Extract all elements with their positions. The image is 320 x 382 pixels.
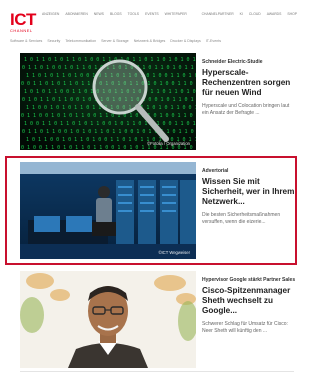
site-header: ICT CHANNEL ANZEIGEN ABONNIEREN NEWS BLO…: [0, 0, 307, 48]
top-nav-item[interactable]: EVENTS: [145, 12, 159, 16]
category-nav-item[interactable]: Drucker & Displays: [170, 39, 201, 43]
article-text: Advertorial Wissen Sie mit Sicherheit, w…: [202, 168, 297, 226]
article-teaser: Die besten Sicherheitsmaßnahmen versuffe…: [202, 212, 281, 225]
top-nav: ANZEIGEN ABONNIEREN NEWS BLOGS TOOLS EVE…: [42, 12, 187, 16]
article-card[interactable]: Hypervisor Google stärkt Partner Sales C…: [10, 271, 297, 368]
matrix-code-image: 1 0 1 1 0 1 0 1 1 0 1 0 0 1 1 0 1 0 1 1 …: [20, 53, 196, 150]
svg-text:0 1 1 0 0 1 0 1 0 1 1 0 0 1 1: 0 1 1 0 0 1 0 1 0 1 1 0 0 1 1 0 1 0 1 0 …: [21, 113, 196, 119]
article-kicker: Advertorial: [202, 168, 229, 174]
article-title[interactable]: Hyperscale-Rechenzentren sorgen für neue…: [202, 68, 297, 98]
site-logo[interactable]: ICT: [10, 11, 36, 28]
top-nav-right: CHANNELPARTNER KI CLOUD AWARDS SHOP: [202, 12, 297, 16]
portrait-image: [20, 271, 196, 368]
category-nav-item[interactable]: Server & Storage: [101, 39, 129, 43]
top-nav-item[interactable]: CHANNELPARTNER: [202, 12, 234, 16]
article-image-server-room[interactable]: ©ICT Wegweiser: [20, 162, 196, 259]
category-nav-item[interactable]: Telekommunikation: [65, 39, 96, 43]
top-nav-item[interactable]: KI: [240, 12, 243, 16]
category-nav-item[interactable]: IT-Events: [206, 39, 221, 43]
top-nav-item[interactable]: CLOUD: [249, 12, 261, 16]
top-nav-item[interactable]: AWARDS: [267, 12, 282, 16]
category-nav-item[interactable]: Security: [47, 39, 60, 43]
article-teaser: Schwerer Schlag für Umsatz für Cisco: Ne…: [202, 321, 288, 334]
top-nav-item[interactable]: BLOGS: [110, 12, 122, 16]
category-nav-item[interactable]: Netzwerk & Bridges: [134, 39, 166, 43]
next-article-edge: [20, 371, 294, 382]
top-nav-item[interactable]: TOOLS: [128, 12, 139, 16]
category-nav: Software & Services Security Telekommuni…: [10, 39, 221, 43]
article-text: Hypervisor Google stärkt Partner Sales C…: [202, 277, 297, 335]
article-text: Schneider Electric-Studie Hyperscale-Rec…: [202, 59, 297, 117]
article-teaser: Hyperscale und Colocation bringen laut e…: [202, 103, 290, 116]
article-image-matrix[interactable]: 1 0 1 1 0 1 0 1 1 0 1 0 0 1 1 0 1 0 1 1 …: [20, 53, 196, 150]
article-title[interactable]: Wissen Sie mit Sicherheit, wer in Ihrem …: [202, 177, 297, 207]
image-credit: ©Fotolia / Organization: [147, 141, 190, 146]
article-kicker: Schneider Electric-Studie: [202, 59, 263, 65]
top-nav-item[interactable]: SHOP: [287, 12, 297, 16]
article-kicker: Hypervisor Google stärkt Partner Sales: [202, 277, 296, 283]
article-image-portrait[interactable]: [20, 271, 196, 368]
svg-text:0 1 1 0 1 1 0 0 1 0 1 0 1 1 0: 0 1 1 0 1 1 0 0 1 0 1 0 1 1 0 1 1 0 0 1 …: [22, 129, 196, 135]
server-room-image: [20, 162, 196, 259]
top-nav-item[interactable]: NEWS: [94, 12, 104, 16]
top-nav-item[interactable]: ABONNIEREN: [65, 12, 87, 16]
svg-text:1 0 0 1 1 0 1 1 0 1 0 1 1 0 0: 1 0 0 1 1 0 1 1 0 1 0 1 1 0 0 1 0 1 1 0 …: [24, 121, 196, 127]
image-credit: ©ICT Wegweiser: [158, 250, 190, 255]
top-nav-item[interactable]: ANZEIGEN: [42, 12, 59, 16]
article-card-highlighted[interactable]: ©ICT Wegweiser Advertorial Wissen Sie mi…: [10, 162, 297, 259]
category-nav-item[interactable]: Software & Services: [10, 39, 42, 43]
site-logo-subtitle: CHANNEL: [10, 28, 33, 33]
article-card[interactable]: 1 0 1 1 0 1 0 1 1 0 1 0 0 1 1 0 1 0 1 1 …: [10, 53, 297, 150]
top-nav-item[interactable]: WHITEPAPER: [165, 12, 187, 16]
article-title[interactable]: Cisco-Spitzenmanager Sheth wechselt zu G…: [202, 286, 297, 316]
